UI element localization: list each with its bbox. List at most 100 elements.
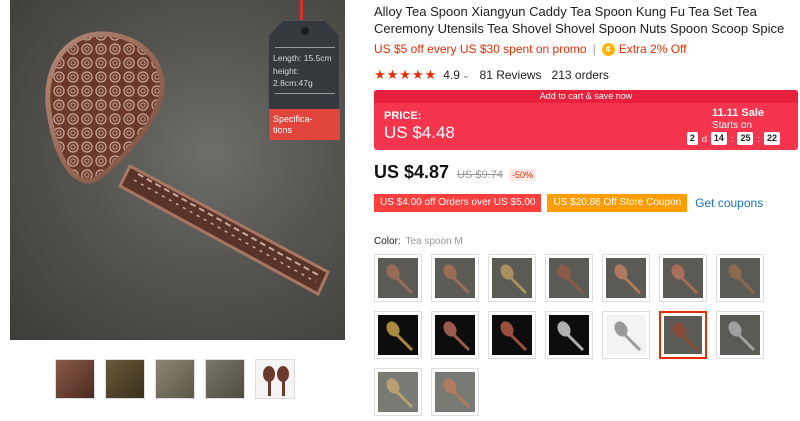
color-swatch[interactable] (488, 311, 536, 359)
add-to-cart-strip: Add to cart & save now (374, 90, 798, 103)
spoon-icon (557, 321, 585, 352)
get-coupons-link[interactable]: Get coupons (695, 196, 763, 210)
countdown-timer: 2 d 14 : 25 : 22 (686, 132, 780, 145)
spoon-icon (672, 322, 700, 353)
spoon-icon (728, 264, 756, 295)
swatch-image (378, 315, 418, 355)
spoon-icon (671, 264, 699, 295)
spoon-icon (386, 321, 414, 352)
color-swatch[interactable] (659, 311, 707, 359)
color-swatch[interactable] (431, 311, 479, 359)
thumbnail-3[interactable] (155, 359, 195, 399)
specifications-label: Specifica- tions (269, 109, 340, 140)
tag-string (300, 0, 303, 22)
color-swatch[interactable] (374, 311, 422, 359)
countdown-days: 2 (686, 132, 698, 145)
color-swatch[interactable] (716, 311, 764, 359)
color-swatch[interactable] (374, 368, 422, 416)
swatch-image (720, 315, 760, 355)
tag-hole-icon (301, 27, 309, 35)
rating-row: ★★★★★ 4.9 ⌄ 81 Reviews 213 orders (374, 67, 609, 83)
spoon-icon (443, 321, 471, 352)
countdown-colon: : (757, 133, 760, 144)
swatch-image (492, 258, 532, 298)
rating-value[interactable]: 4.9 (443, 68, 460, 82)
swatch-image (435, 315, 475, 355)
chevron-down-icon[interactable]: ⌄ (462, 70, 470, 81)
spoon-icon (500, 321, 528, 352)
color-swatch[interactable] (431, 254, 479, 302)
image-thumbnails (55, 359, 295, 399)
swatch-image (435, 258, 475, 298)
promo-line: US $5 off every US $30 spent on promo | … (374, 42, 687, 56)
countdown-day-label: d (701, 133, 707, 144)
orders-count: 213 orders (551, 68, 609, 82)
swatch-image (664, 316, 702, 354)
countdown-hours: 14 (710, 132, 727, 145)
countdown-seconds: 22 (763, 132, 780, 145)
swatch-image (606, 258, 646, 298)
spec-height-value: 2.8cm:47g (273, 78, 313, 88)
swatch-image (606, 315, 646, 355)
color-selected-value: Tea spoon M (405, 236, 463, 247)
color-swatch[interactable] (716, 254, 764, 302)
promo-separator: | (592, 42, 596, 56)
thumbnail-4[interactable] (205, 359, 245, 399)
coupon-store[interactable]: US $20.86 Off Store Coupon (547, 194, 688, 212)
color-swatch[interactable] (545, 311, 593, 359)
swatch-image (378, 372, 418, 412)
swatch-image (663, 258, 703, 298)
reviews-link[interactable]: 81 Reviews (480, 68, 542, 82)
swatch-image (549, 258, 589, 298)
spoon-icon (443, 264, 471, 295)
color-label-text: Color: (374, 236, 401, 247)
swatch-image (720, 258, 760, 298)
color-swatch[interactable] (431, 368, 479, 416)
color-swatch[interactable] (545, 254, 593, 302)
color-label: Color: Tea spoon M (374, 236, 463, 247)
spoon-icon (614, 321, 642, 352)
spoon-icon (557, 264, 585, 295)
spoon-icon (500, 264, 528, 295)
spoons-thumbnail-image (263, 366, 289, 396)
spec-height-label: height: (273, 66, 299, 76)
banner-price-value: US $4.48 (384, 123, 455, 142)
countdown-minutes: 25 (737, 132, 754, 145)
spec-length: Length: 15.5cm (273, 53, 332, 63)
thumbnail-1[interactable] (55, 359, 95, 399)
starts-on-label: Starts on (711, 120, 752, 131)
color-swatch[interactable] (374, 254, 422, 302)
spoon-icon (728, 321, 756, 352)
star-rating-icon: ★★★★★ (374, 67, 438, 82)
swatch-image (549, 315, 589, 355)
current-price: US $4.87 (374, 162, 450, 182)
original-price: US $9.74 (457, 169, 503, 181)
swatch-image (435, 372, 475, 412)
extra-off-text[interactable]: Extra 2% Off (619, 42, 687, 56)
thumbnail-5[interactable] (255, 359, 295, 399)
discount-badge: -50% (508, 169, 536, 181)
promo-text[interactable]: US $5 off every US $30 spent on promo (374, 42, 587, 56)
specifications-line1: Specifica- (273, 114, 313, 124)
coupon-row: US $4.00 off Orders over US $5.00 US $20… (374, 194, 763, 212)
price-row: US $4.87 US $9.74 -50% (374, 162, 536, 183)
main-product-image[interactable]: Length: 15.5cm height: 2.8cm:47g Specifi… (10, 0, 345, 340)
banner-price-label: PRICE: (384, 110, 422, 122)
color-swatch[interactable] (602, 254, 650, 302)
spec-tag: Length: 15.5cm height: 2.8cm:47g Specifi… (268, 20, 340, 140)
color-swatch[interactable] (659, 254, 707, 302)
spoon-icon (443, 378, 471, 409)
product-title: Alloy Tea Spoon Xiangyun Caddy Tea Spoon… (374, 4, 785, 36)
specifications-line2: tions (273, 125, 293, 135)
tag-divider (275, 47, 335, 48)
color-swatch[interactable] (488, 254, 536, 302)
color-swatch[interactable] (602, 311, 650, 359)
countdown-colon: : (730, 133, 734, 144)
swatch-image (492, 315, 532, 355)
coin-icon: ¢ (601, 42, 615, 56)
thumbnail-2[interactable] (105, 359, 145, 399)
tag-divider (275, 93, 335, 94)
sale-banner: Add to cart & save now PRICE: US $4.48 1… (374, 90, 798, 150)
coupon-orders[interactable]: US $4.00 off Orders over US $5.00 (374, 194, 542, 212)
sale-title: 11.11 Sale (712, 107, 764, 119)
